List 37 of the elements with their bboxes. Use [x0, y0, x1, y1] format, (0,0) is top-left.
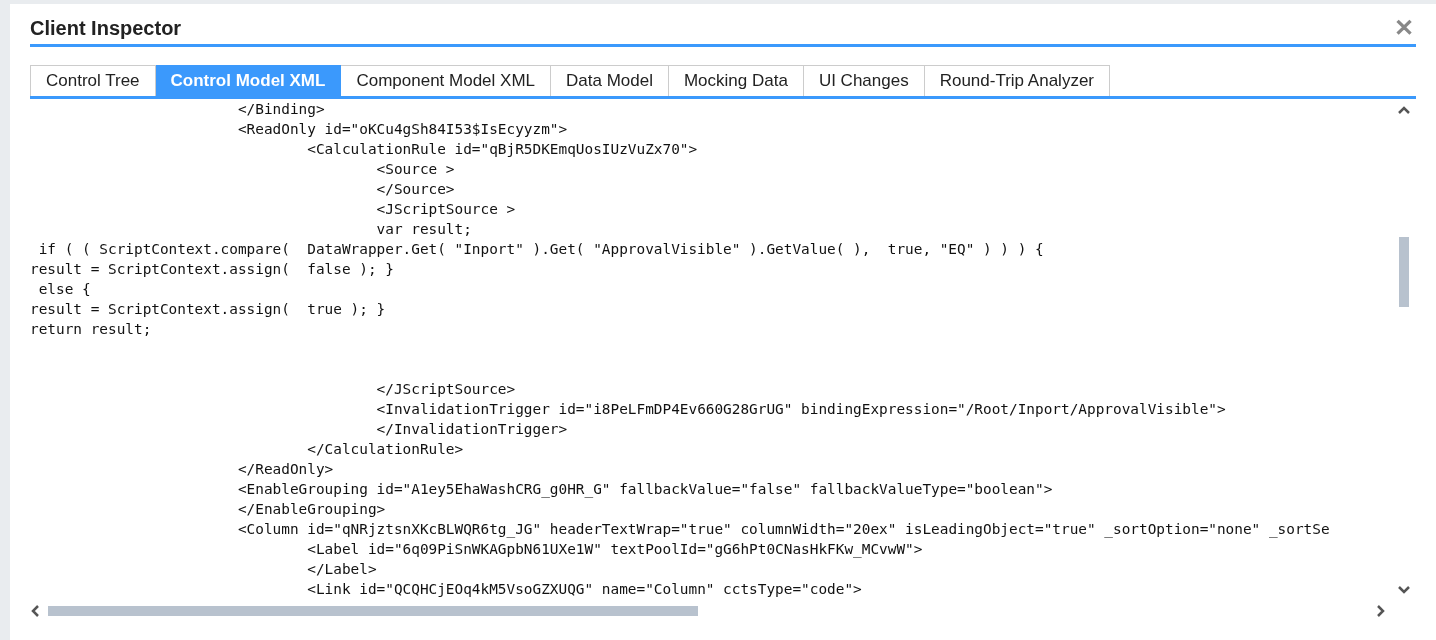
code-line: </EnableGrouping>: [236, 500, 387, 519]
code-line: <JScriptSource >: [375, 200, 517, 219]
code-line: </Source>: [375, 180, 456, 199]
code-line: <Source >: [375, 160, 456, 179]
code-line: </ReadOnly>: [236, 460, 335, 479]
tab[interactable]: UI Changes: [803, 65, 925, 96]
code-line: </CalculationRule>: [306, 440, 465, 459]
scroll-up-icon[interactable]: [1397, 105, 1411, 115]
close-button[interactable]: ✕: [1392, 16, 1416, 40]
code-line: </Label>: [306, 560, 378, 579]
code-line: <Column id="qNRjztsnXKcBLWQR6tg_JG" headerTextWrap="true" columnWidth="20ex" isLeadingObject="true" _sortOption="none" _sortSe: [236, 520, 1331, 539]
scrollbar-thumb[interactable]: [48, 606, 698, 616]
dialog-title: Client Inspector: [30, 16, 182, 40]
scroll-down-icon[interactable]: [1397, 585, 1411, 595]
scroll-left-icon[interactable]: [30, 604, 40, 618]
code-line: var result;: [375, 220, 473, 239]
code-line: </InvalidationTrigger>: [375, 420, 569, 439]
scrollbar-thumb[interactable]: [1399, 237, 1409, 307]
code-line: </Binding>: [236, 100, 326, 119]
tab[interactable]: Data Model: [551, 65, 669, 96]
scroll-right-icon[interactable]: [1376, 604, 1386, 618]
code-line: else {: [37, 280, 92, 299]
code-line: </JScriptSource>: [375, 380, 517, 399]
code-line: <InvalidationTrigger id="i8PeLFmDP4Ev660G28GrUG" bindingExpression="/Root/Inport/ApprovalVisible">: [375, 400, 1227, 419]
code-line: <EnableGrouping id="A1ey5EhaWashCRG_g0HR_G" fallbackValue="false" fallbackValueType="boolean">: [236, 480, 1054, 499]
code-line: if ( ( ScriptContext.compare( DataWrapper.Get( "Inport" ).Get( "ApprovalVisible" ).GetValue( ), true, "EQ" ) ) ) {: [37, 240, 1045, 259]
code-line: <ReadOnly id="oKCu4gSh84I53$IsEcyyzm">: [236, 120, 569, 139]
tab[interactable]: Mocking Data: [668, 65, 804, 96]
tab[interactable]: Control Tree: [30, 65, 156, 96]
code-line: <Label id="6q09PiSnWKAGpbN61UXe1W" textPoolId="gG6hPt0CNasHkFKw_MCvwW">: [306, 540, 924, 559]
code-line: result = ScriptContext.assign( false ); }: [30, 260, 395, 279]
code-line: <CalculationRule id="qBjR5DKEmqUosIUzVuZx70">: [306, 140, 699, 159]
code-line: <Link id="QCQHCjEOq4kM5VsoGZXUQG" name="Column" cctsType="code">: [306, 580, 863, 599]
tab[interactable]: Component Model XML: [341, 65, 551, 96]
code-line: return result;: [30, 320, 153, 339]
code-line: result = ScriptContext.assign( true ); }: [30, 300, 387, 319]
tab[interactable]: Round-Trip Analyzer: [924, 65, 1110, 96]
